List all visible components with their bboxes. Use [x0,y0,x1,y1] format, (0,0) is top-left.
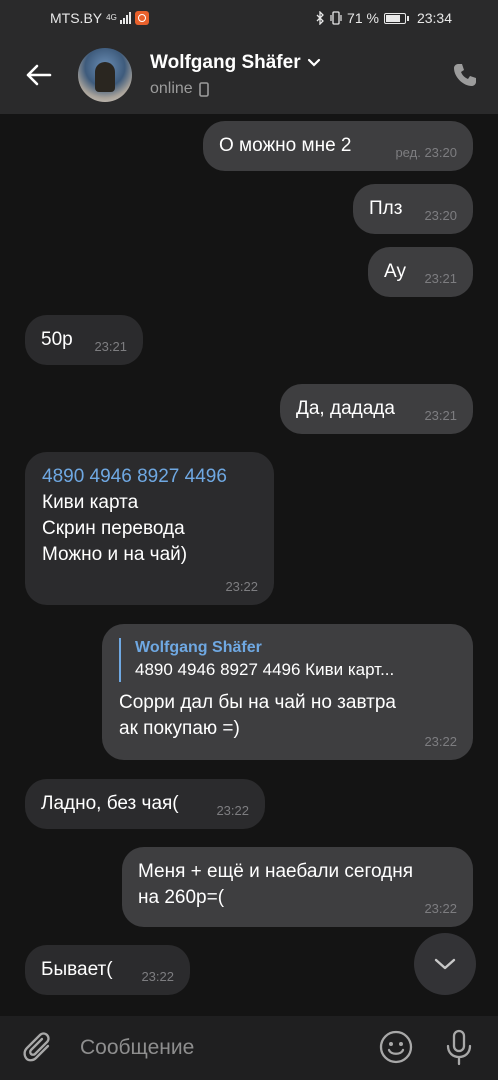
message-input[interactable]: Сообщение [80,1036,194,1060]
bluetooth-icon [316,11,324,25]
battery-icon [383,12,409,24]
network-type-label: 4G [106,13,117,22]
message-incoming[interactable]: 4890 4946 8927 4496 Киви карта Скрин пер… [25,452,274,605]
message-time: 23:21 [424,271,457,286]
message-line: на 260р=( [138,887,225,908]
message-line: Киви карта [42,492,139,513]
card-number-link[interactable]: 4890 4946 8927 4496 [42,464,257,490]
message-outgoing[interactable]: Меня + ещё и наебали сегодня на 260р=( 2… [122,847,473,927]
chat-title[interactable]: Wolfgang Shäfer [150,52,321,74]
message-text: Бывает( [41,959,113,980]
paperclip-icon[interactable] [22,1030,56,1066]
message-line: Можно и на чай) [42,544,188,565]
message-text: Плз [369,198,403,219]
message-text: 50р [41,329,73,350]
status-bar: MTS.BY 4G 71 % 23:34 [0,0,498,36]
message-line: Меня + ещё и наебали сегодня [138,861,413,882]
status-right: 71 % 23:34 [316,10,452,26]
message-time: 23:22 [225,579,258,594]
scroll-to-bottom-button[interactable] [414,933,476,995]
online-status-label: online [150,80,193,97]
vibrate-icon [330,11,342,25]
message-outgoing[interactable]: Wolfgang Shäfer 4890 4946 8927 4496 Киви… [102,624,473,760]
message-time: ред. 23:20 [395,145,457,160]
back-arrow-icon[interactable] [22,58,56,92]
message-incoming[interactable]: 50р 23:21 [25,315,143,365]
message-outgoing[interactable]: Ау 23:21 [368,247,473,297]
phone-icon[interactable] [452,62,478,88]
message-text: Ладно, без чая( [41,793,179,814]
message-time: 23:21 [94,339,127,354]
notification-app-icon [135,11,150,25]
signal-icon [120,12,132,24]
edited-label: ред. [395,145,421,160]
contact-status: online [150,80,209,98]
message-time: 23:22 [424,734,457,749]
chevron-down-icon [307,58,320,67]
chat-header: Wolfgang Shäfer online [0,36,498,114]
message-time: 23:22 [216,803,249,818]
message-outgoing[interactable]: Плз 23:20 [353,184,473,234]
message-time: 23:21 [424,408,457,423]
clock: 23:34 [416,10,452,26]
mobile-device-icon [198,81,209,97]
message-time: 23:20 [424,208,457,223]
carrier-label: MTS.BY [50,10,103,26]
message-text: О можно мне 2 [219,135,352,156]
battery-percent: 71 % [347,10,379,26]
message-line: Скрин перевода [42,518,185,539]
message-outgoing[interactable]: О можно мне 2 ред. 23:20 [203,121,473,171]
reply-quote[interactable]: Wolfgang Shäfer 4890 4946 8927 4496 Киви… [119,638,457,682]
message-text: Да, дадада [296,398,395,419]
microphone-icon[interactable] [444,1029,474,1067]
emoji-icon[interactable] [378,1029,414,1065]
message-text: Ау [384,261,406,282]
composer-bar: Сообщение [0,1016,498,1080]
avatar[interactable] [78,48,132,102]
message-time: 23:22 [424,901,457,916]
message-time: 23:22 [141,969,174,984]
status-left: MTS.BY 4G [50,10,150,26]
message-line: Сорри дал бы на чай но завтра [119,692,396,713]
message-incoming[interactable]: Бывает( 23:22 [25,945,190,995]
message-line: ак покупаю =) [119,718,240,739]
message-outgoing[interactable]: Да, дадада 23:21 [280,384,473,434]
reply-snippet: 4890 4946 8927 4496 Киви карт... [135,660,395,679]
chevron-down-icon [434,958,456,970]
message-incoming[interactable]: Ладно, без чая( 23:22 [25,779,265,829]
contact-name: Wolfgang Shäfer [150,52,301,73]
reply-author: Wolfgang Shäfer [135,639,262,656]
